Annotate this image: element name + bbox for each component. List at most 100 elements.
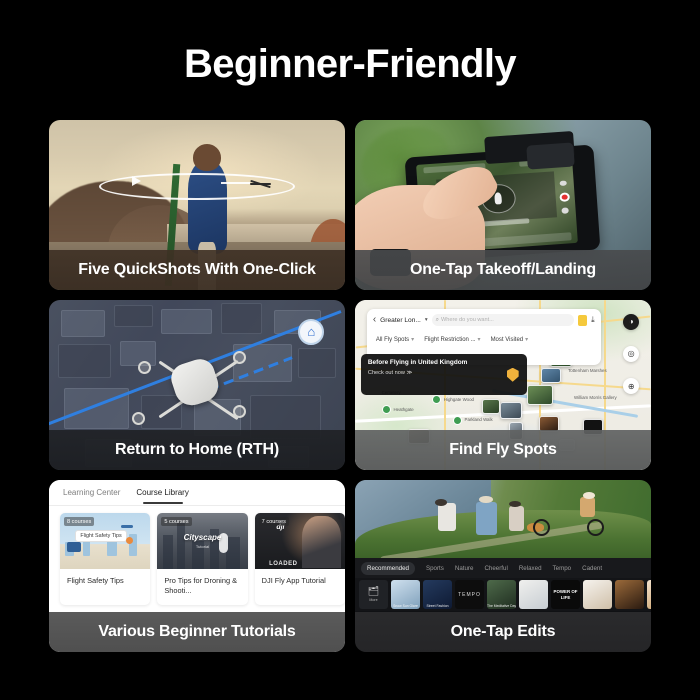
feature-card-grid: Five QuickShots With One-Click One-Tap T…	[49, 120, 651, 652]
controller-clamp-secondary	[525, 142, 575, 170]
edits-preview-photo	[355, 480, 651, 558]
folder-icon: 🗂	[367, 586, 380, 596]
tab-cadent[interactable]: Cadent	[582, 565, 602, 572]
map-poi-label: Parkland Walk	[464, 417, 493, 423]
music-tile[interactable]: POWER OF LIFE	[551, 580, 580, 609]
drone-rotor	[232, 351, 246, 364]
music-tile[interactable]: TEMPO	[455, 580, 484, 609]
tooltip-action[interactable]: Check out now ≫	[368, 370, 520, 376]
map-building	[60, 310, 106, 338]
thumb-building	[106, 539, 117, 556]
map-building	[220, 303, 263, 334]
music-tile[interactable]	[583, 580, 612, 609]
home-glyph: ⌂	[307, 324, 316, 340]
map-building	[120, 340, 156, 367]
person-head	[582, 491, 595, 499]
tab-sports[interactable]: Sports	[426, 565, 444, 572]
map-photo-thumb[interactable]	[482, 398, 501, 414]
map-search-row: ‹ Greater Lon... ▾ ⌕ Where do you want..…	[373, 313, 595, 328]
card-caption: One-Tap Takeoff/Landing	[355, 250, 651, 290]
page-root: Beginner-Friendly Five QuickShots With O…	[0, 0, 700, 700]
pre-flight-notice-tooltip[interactable]: Before Flying in United Kingdom Check ou…	[360, 354, 527, 396]
phone-side-dot-bottom	[562, 207, 570, 214]
map-poi-label: Tottenham Marshes	[568, 368, 607, 373]
person-figure	[579, 497, 595, 518]
course-title: Flight Safety Tips	[67, 576, 124, 585]
course-card[interactable]: 8 courses Flight Safety Tips Flight Safe…	[60, 513, 151, 605]
person-shape	[301, 516, 342, 568]
card-caption: One-Tap Edits	[355, 612, 651, 652]
card-one-tap-takeoff[interactable]: One-Tap Takeoff/Landing	[355, 120, 651, 290]
more-music-button[interactable]: 🗂 More	[359, 580, 388, 609]
card-one-tap-edits[interactable]: Recommended Sports Nature Cheerful Relax…	[355, 480, 651, 652]
map-photo-thumb[interactable]	[526, 385, 553, 405]
map-poi-marker[interactable]	[452, 415, 462, 425]
search-input[interactable]: ⌕ Where do you want...	[431, 314, 575, 326]
map-building	[297, 347, 337, 379]
card-find-fly-spots[interactable]: IKEA Tottenham Edmonton Tottenham Marshe…	[355, 300, 651, 470]
tab-nature[interactable]: Nature	[455, 565, 474, 572]
music-tile[interactable]	[519, 580, 548, 609]
thumb-tower	[162, 535, 173, 569]
map-building	[161, 308, 212, 334]
tab-tempo[interactable]: Tempo	[553, 565, 572, 572]
drone-rotor	[131, 412, 145, 426]
thumb-tower	[225, 537, 240, 569]
music-tile[interactable]	[647, 580, 651, 609]
music-tile[interactable]: Snow Sun Glare	[391, 580, 420, 609]
location-selector-label[interactable]: Greater Lon...	[380, 317, 421, 324]
chevron-down-icon[interactable]: ▾	[425, 317, 428, 323]
drone-rotor	[232, 405, 246, 419]
accent-dot	[125, 537, 133, 545]
music-track-list: 🗂 More Snow Sun Glare Street Fashion TEM…	[355, 578, 651, 611]
course-card[interactable]: 7 courses dji LOADED DJI Fly App Tutoria…	[254, 513, 345, 605]
bike-wheel	[532, 519, 550, 537]
card-caption: Return to Home (RTH)	[49, 430, 345, 470]
music-tile[interactable]	[615, 580, 644, 609]
map-photo-thumb[interactable]	[500, 402, 523, 419]
map-building	[114, 305, 153, 328]
tooltip-title: Before Flying in United Kingdom	[367, 359, 468, 367]
music-tile[interactable]: The Meditative Days	[487, 580, 516, 609]
back-icon[interactable]: ‹	[373, 315, 376, 325]
drone-trail	[220, 182, 251, 185]
filter-most-visited[interactable]: Most Visited ▾	[491, 336, 529, 343]
tab-course-library[interactable]: Course Library	[136, 488, 189, 504]
filter-all-fly-spots[interactable]: All Fly Spots ▾	[376, 336, 414, 343]
more-label: More	[369, 598, 378, 602]
map-building	[140, 395, 183, 430]
drone-rotor	[137, 361, 151, 375]
person-figure	[508, 505, 524, 531]
map-building	[57, 344, 112, 379]
card-five-quickshots[interactable]: Five QuickShots With One-Click	[49, 120, 345, 290]
search-placeholder: Where do you want...	[441, 317, 494, 323]
map-photo-thumb[interactable]	[541, 368, 562, 383]
map-poi-label: Highgate Wood	[443, 396, 474, 402]
tab-relaxed[interactable]: Relaxed	[519, 565, 542, 572]
track-label: The Meditative Days	[487, 604, 516, 608]
filter-flight-restriction[interactable]: Flight Restriction ... ▾	[424, 336, 480, 343]
tab-learning-center[interactable]: Learning Center	[63, 488, 120, 497]
map-layers-button[interactable]: ◑	[623, 313, 640, 330]
search-icon: ⌕	[435, 316, 439, 323]
bookmark-icon[interactable]	[578, 314, 588, 326]
course-list: 8 courses Flight Safety Tips Flight Safe…	[60, 513, 345, 605]
card-return-to-home[interactable]: ⌂ Return to Home (RTH)	[49, 300, 345, 470]
course-card[interactable]: 5 courses Cityscape Tutorial Pro Tips fo…	[157, 513, 248, 605]
tab-cheerful[interactable]: Cheerful	[484, 565, 507, 572]
map-visibility-button[interactable]: ◎	[623, 345, 640, 362]
course-thumbnail: 7 courses dji LOADED	[254, 513, 345, 569]
map-poi-label: William Morris Gallery	[574, 395, 617, 401]
camera-icon	[67, 542, 82, 553]
person-figure	[437, 503, 456, 532]
map-poi-marker[interactable]	[381, 405, 391, 415]
download-icon[interactable]: ⤓	[591, 316, 595, 324]
course-thumbnail: 5 courses Cityscape Tutorial	[157, 513, 248, 569]
thumb-tower	[177, 523, 186, 569]
card-caption: Find Fly Spots	[355, 430, 651, 470]
music-tile[interactable]: Street Fashion	[423, 580, 452, 609]
card-various-beginner-tutorials[interactable]: Learning Center Course Library 8 courses	[49, 480, 345, 652]
tab-recommended[interactable]: Recommended	[361, 561, 415, 575]
course-title: DJI Fly App Tutorial	[261, 576, 326, 585]
person-head	[434, 498, 447, 506]
